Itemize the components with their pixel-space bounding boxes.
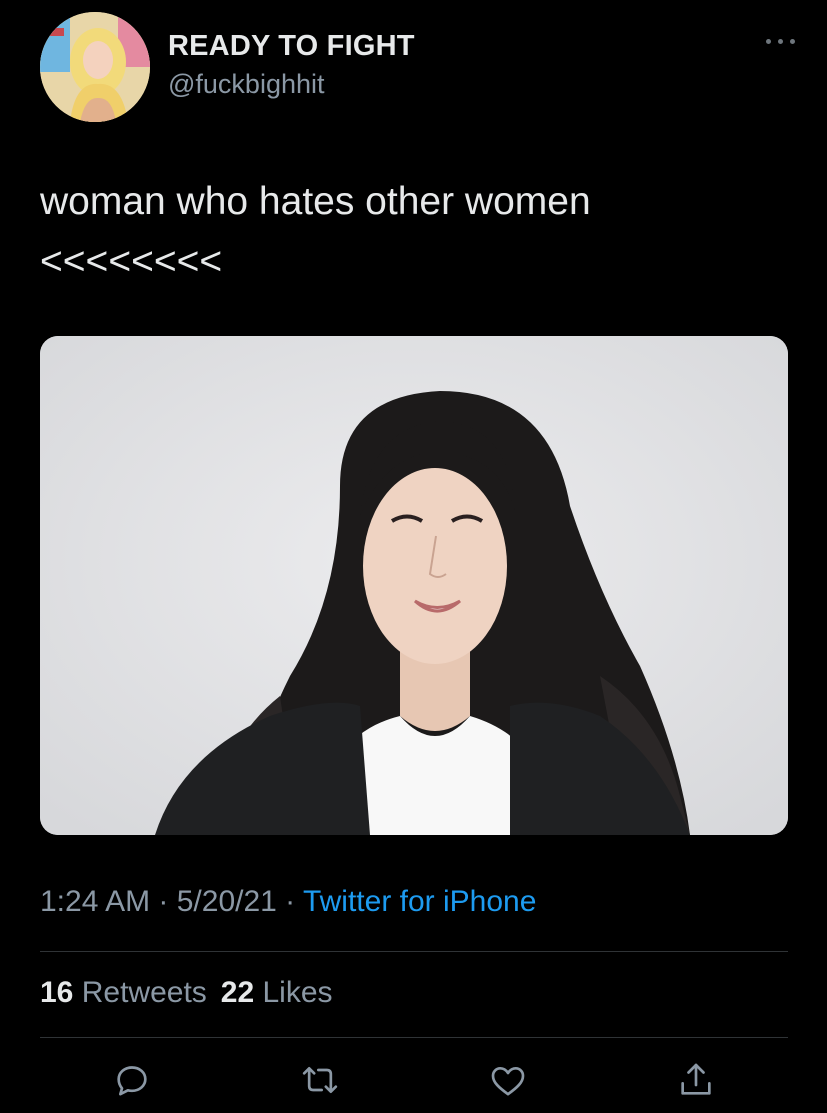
avatar-photo xyxy=(40,12,150,122)
tweet-time[interactable]: 1:24 AM xyxy=(40,885,150,918)
tweet-stats: 16 Retweets 22 Likes xyxy=(40,976,333,1010)
author-names: READY TO FIGHT @fuckbighhit xyxy=(168,30,415,100)
tweet-header: READY TO FIGHT @fuckbighhit xyxy=(40,12,800,124)
like-icon[interactable] xyxy=(486,1058,530,1102)
tweet-meta: 1:24 AM · 5/20/21 · Twitter for iPhone xyxy=(40,885,536,919)
retweets-label: Retweets xyxy=(81,976,207,1009)
tweet-media[interactable] xyxy=(40,336,788,835)
tweet-text: woman who hates other women <<<<<<<< xyxy=(40,172,591,292)
photo-portrait xyxy=(40,336,788,835)
author-handle[interactable]: @fuckbighhit xyxy=(168,69,415,100)
reply-icon[interactable] xyxy=(110,1058,154,1102)
likes-label: Likes xyxy=(262,976,333,1009)
meta-separator: · xyxy=(150,885,177,918)
author-display-name[interactable]: READY TO FIGHT xyxy=(168,30,415,63)
meta-separator: · xyxy=(276,885,303,918)
tweet-text-line-2: <<<<<<<< xyxy=(40,240,223,283)
tweet-date[interactable]: 5/20/21 xyxy=(177,885,277,918)
divider-bottom xyxy=(40,1037,788,1038)
likes-count: 22 xyxy=(220,976,255,1009)
retweets-count: 16 xyxy=(40,976,74,1009)
tweet-text-line-1: woman who hates other women xyxy=(40,180,591,223)
divider-top xyxy=(40,951,788,952)
retweets-stat[interactable]: 16 Retweets xyxy=(40,976,207,1009)
share-icon[interactable] xyxy=(674,1058,718,1102)
likes-stat[interactable]: 22 Likes xyxy=(221,976,333,1009)
retweet-icon[interactable] xyxy=(298,1058,342,1102)
more-dots-icon[interactable] xyxy=(766,36,800,46)
tweet-source[interactable]: Twitter for iPhone xyxy=(303,885,536,918)
author-avatar[interactable] xyxy=(40,12,150,122)
tweet-actions xyxy=(40,1058,788,1106)
